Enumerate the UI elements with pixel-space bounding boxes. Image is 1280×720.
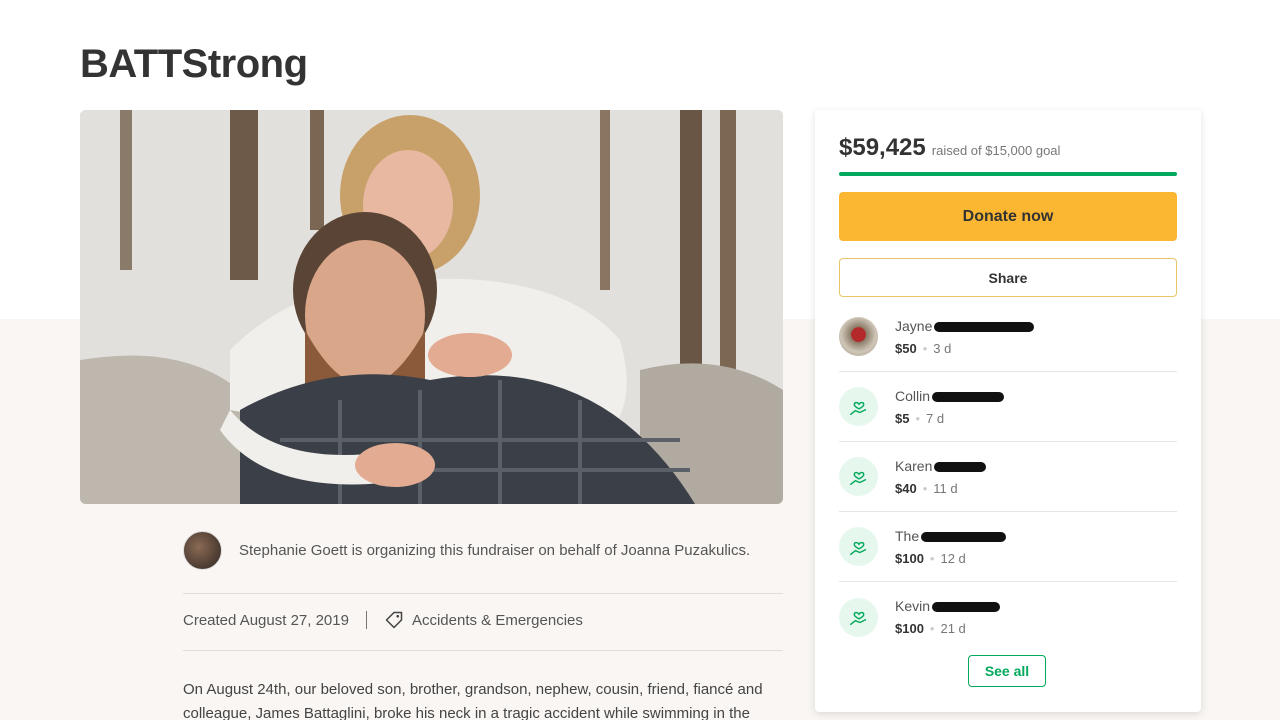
campaign-meta: Created August 27, 2019 Accidents & Emer… — [183, 610, 583, 630]
donor-amount: $40 — [895, 480, 917, 496]
donor-item: Collin $5 • 7 d — [839, 372, 1177, 442]
donor-name: Kevin — [895, 598, 931, 614]
donor-name: Collin — [895, 387, 931, 404]
heart-hand-icon — [839, 527, 878, 566]
story-text: On August 24th, our beloved son, brother… — [183, 681, 763, 720]
donor-item: Kevin $100 • 21 d — [839, 582, 1177, 652]
page-title: BATTStrong — [80, 42, 308, 86]
donor-avatar — [839, 317, 878, 356]
donor-item: The $100 • 12 d — [839, 512, 1177, 582]
campaign-photo — [80, 110, 783, 504]
donor-amount: $50 — [895, 340, 917, 356]
separator — [365, 611, 367, 629]
donor-time: 3 d — [933, 340, 952, 356]
donor-amount: $100 — [895, 550, 924, 566]
redaction-mark — [932, 602, 1001, 613]
progress-bar — [839, 172, 1177, 176]
heart-hand-icon — [839, 457, 878, 496]
donor-time: 21 d — [940, 621, 966, 636]
redaction-mark — [934, 461, 987, 472]
donor-name: Jayne — [895, 317, 933, 334]
donor-name: Karen — [895, 457, 933, 474]
redaction-mark — [921, 531, 1007, 542]
donor-time: 11 d — [933, 480, 958, 496]
donation-card: $59,425 raised of $15,000 goal Donate no… — [815, 110, 1201, 712]
see-all-button[interactable]: See all — [968, 655, 1046, 687]
organizer-text: Stephanie Goett is organizing this fundr… — [239, 541, 751, 559]
donor-amount: $5 — [895, 410, 910, 426]
donor-item: Jayne $50 • 3 d — [839, 302, 1177, 372]
donate-now-button[interactable]: Donate now — [839, 192, 1177, 241]
heart-hand-icon — [839, 387, 878, 426]
tag-icon — [385, 611, 403, 629]
heart-hand-icon — [839, 597, 878, 637]
created-date: Created August 27, 2019 — [183, 611, 349, 629]
redaction-mark — [934, 321, 1035, 332]
raised-summary: $59,425 raised of $15,000 goal — [839, 134, 1060, 162]
donor-time: 12 d — [940, 550, 966, 566]
donor-name: The — [895, 527, 920, 544]
redaction-mark — [932, 391, 1005, 402]
donor-amount: $100 — [895, 621, 924, 636]
donor-item: Karen $40 • 11 d — [839, 442, 1177, 512]
donor-time: 7 d — [926, 410, 945, 426]
donor-list: Jayne $50 • 3 d Collin $5 • 7 d Karen $40 • 11… — [839, 302, 1177, 652]
goal-text: raised of $15,000 goal — [931, 143, 1061, 158]
organizer-avatar[interactable] — [183, 530, 222, 570]
divider — [183, 650, 783, 651]
raised-amount: $59,425 — [839, 134, 926, 161]
category-link[interactable]: Accidents & Emergencies — [412, 612, 583, 629]
share-button[interactable]: Share — [839, 258, 1177, 297]
organizer-row: Stephanie Goett is organizing this fundr… — [183, 530, 783, 570]
divider — [183, 593, 783, 594]
progress-fill — [839, 172, 1177, 176]
